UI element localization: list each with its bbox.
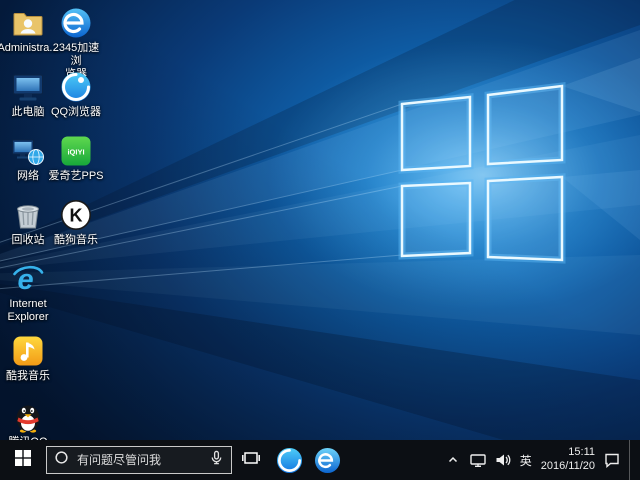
task-view-icon [242,450,260,471]
desktop-icon-label: 网络 [17,170,39,183]
microphone-icon[interactable] [209,450,224,470]
qq-browser-taskbar-icon [276,447,303,474]
ie-icon: e [11,262,45,296]
taskbar-search-box[interactable] [46,446,232,474]
tray-chevron-up-icon[interactable] [445,452,461,468]
desktop[interactable]: Administra... 2345加速浏 览器 此电脑 [0,0,640,480]
tray-date: 2016/11/20 [541,460,595,474]
iqiyi-icon: iQIYI [59,134,93,168]
user-folder-icon [11,6,45,40]
taskbar-app-qq-browser[interactable] [270,440,308,480]
computer-icon [11,70,45,104]
2345-browser-taskbar-icon [314,447,341,474]
desktop-icon-kuwo-music[interactable]: 酷我音乐 [0,334,56,383]
qq-penguin-icon [11,400,45,434]
svg-text:iQIYI: iQIYI [67,148,84,157]
desktop-icon-label: Internet Explorer [8,298,49,324]
network-globe-icon [11,134,45,168]
taskbar: 英 15:11 2016/11/20 [0,440,640,480]
taskbar-app-2345-browser[interactable] [308,440,346,480]
desktop-icon-kugou-music[interactable]: K 酷狗音乐 [48,198,104,247]
tray-time: 15:11 [541,446,595,460]
system-tray: 英 15:11 2016/11/20 [445,440,640,480]
2345-browser-icon [59,6,93,40]
desktop-icon-iqiyi-pps[interactable]: iQIYI 爱奇艺PPS [48,134,104,183]
desktop-icon-qq-browser[interactable]: QQ浏览器 [48,70,104,119]
kuwo-icon [11,334,45,368]
start-button[interactable] [0,440,46,480]
qq-browser-icon [59,70,93,104]
tray-volume-icon[interactable] [495,452,511,468]
show-desktop-button[interactable] [629,440,635,480]
desktop-icon-label: 爱奇艺PPS [48,170,103,183]
ime-language-indicator[interactable]: 英 [520,452,532,469]
windows-logo-icon [15,450,31,471]
desktop-icon-label: 酷狗音乐 [54,234,98,247]
recycle-bin-icon [11,198,45,232]
desktop-icon-label: QQ浏览器 [51,106,101,119]
tray-clock[interactable]: 15:11 2016/11/20 [541,446,595,474]
kugou-icon: K [59,198,93,232]
desktop-icon-label: 此电脑 [12,106,45,119]
action-center-icon[interactable] [604,452,620,468]
desktop-icon-internet-explorer[interactable]: e Internet Explorer [0,262,56,324]
task-view-button[interactable] [232,440,270,480]
svg-text:K: K [70,206,83,226]
desktop-icon-label: 回收站 [12,234,45,247]
cortana-ring-icon [54,450,69,470]
tray-network-icon[interactable] [470,452,486,468]
desktop-icon-label: 酷我音乐 [6,370,50,383]
search-input[interactable] [75,452,203,468]
